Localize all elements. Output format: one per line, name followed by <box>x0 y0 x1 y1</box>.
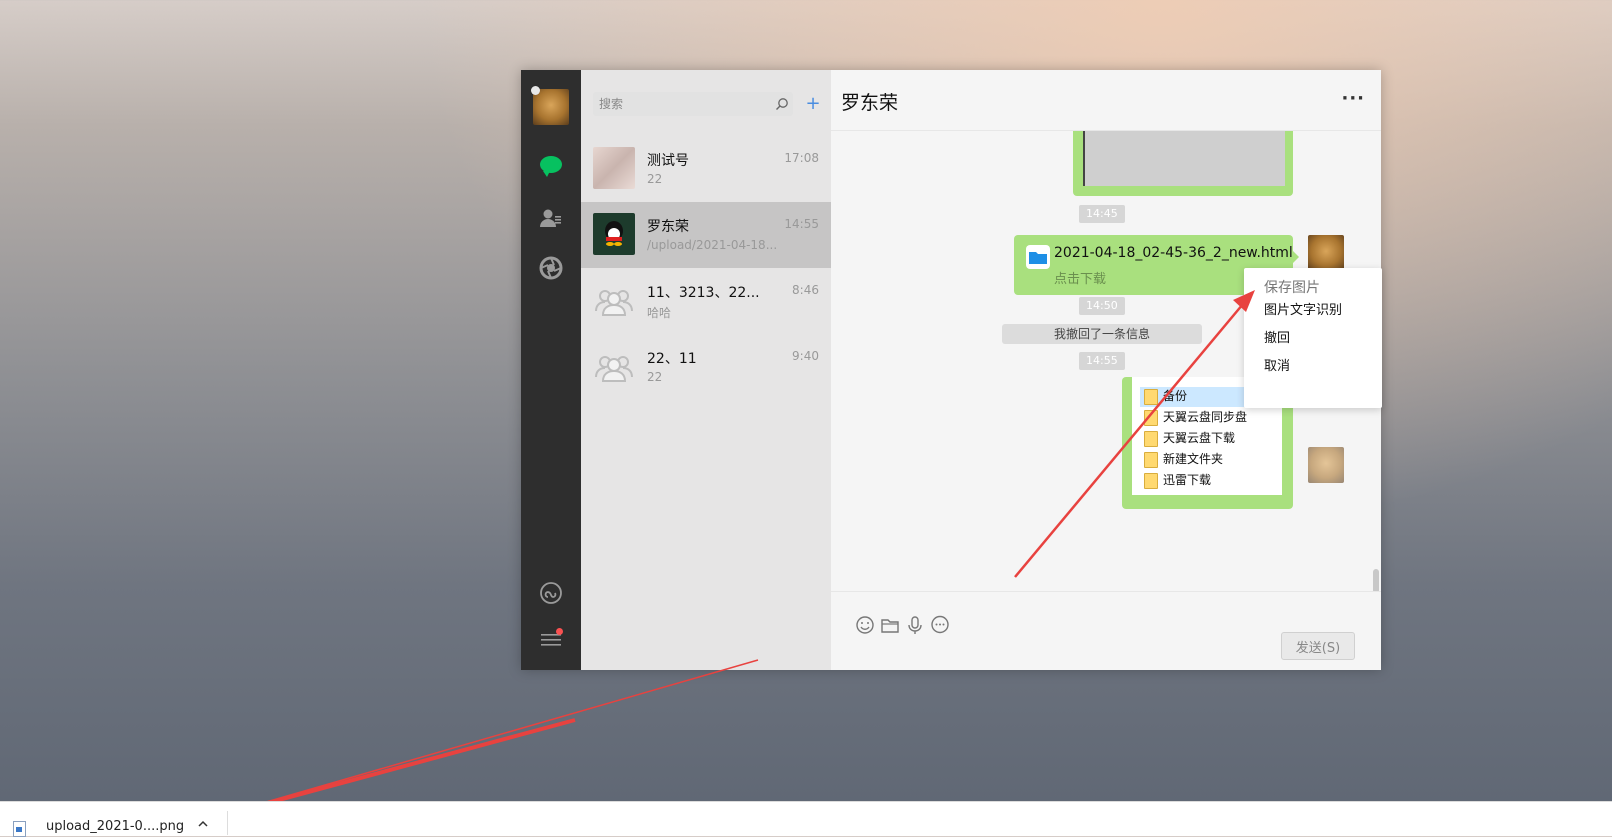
send-button[interactable]: 发送(S) <box>1281 632 1355 660</box>
group-avatar-icon <box>593 345 635 387</box>
my-avatar[interactable] <box>1308 447 1344 483</box>
folder-row: 天翼云盘同步盘 <box>1144 408 1247 428</box>
folder-row: 迅雷下载 <box>1144 471 1211 491</box>
folder-row: 新建文件夹 <box>1144 450 1223 470</box>
search-box <box>593 92 793 116</box>
folder-icon <box>1144 451 1158 468</box>
context-menu: 保存图片 图片文字识别 撤回 取消 <box>1244 268 1382 408</box>
add-chat-button[interactable]: + <box>803 92 823 116</box>
qq-avatar <box>593 213 635 255</box>
group-avatar-icon <box>593 279 635 321</box>
chat-name: 22、11 <box>647 351 697 367</box>
conversation-header: 罗东荣 ··· <box>831 70 1381 131</box>
chat-history-icon[interactable] <box>930 615 950 635</box>
chat-time: 9:40 <box>792 349 819 363</box>
chat-preview: /upload/2021-04-18... <box>647 238 778 252</box>
download-link[interactable]: 点击下载 <box>1054 268 1106 287</box>
folder-row: 天翼云盘下载 <box>1144 429 1235 449</box>
chat-preview: 哈哈 <box>647 306 672 320</box>
notification-dot <box>556 628 563 635</box>
chat-avatar <box>593 147 635 189</box>
folder-icon <box>1144 430 1158 447</box>
recall-notice: 我撤回了一条信息 <box>1002 324 1202 344</box>
status-dot <box>531 86 540 95</box>
message-time: 14:50 <box>1079 297 1125 315</box>
message-time: 14:45 <box>1079 205 1125 223</box>
chat-item[interactable]: 22、11 9:40 22 <box>581 334 831 400</box>
chat-name: 测试号 <box>647 153 689 169</box>
folder-icon <box>1144 388 1158 405</box>
contacts-nav-icon[interactable] <box>539 206 563 230</box>
user-avatar[interactable] <box>533 89 569 125</box>
chat-item[interactable]: 11、3213、22... 8:46 哈哈 <box>581 268 831 334</box>
my-avatar[interactable] <box>1308 235 1344 271</box>
chat-item-active[interactable]: 罗东荣 14:55 /upload/2021-04-18... <box>581 202 831 268</box>
more-options-button[interactable]: ··· <box>1341 88 1365 109</box>
chat-time: 17:08 <box>784 151 819 165</box>
download-divider <box>227 811 228 835</box>
search-icon[interactable] <box>775 97 789 111</box>
folder-icon <box>1144 472 1158 489</box>
microphone-icon[interactable] <box>905 615 925 635</box>
menu-image-ocr[interactable]: 图片文字识别 <box>1264 299 1342 318</box>
scrollbar[interactable] <box>1373 569 1379 591</box>
menu-save-image[interactable]: 保存图片 <box>1264 277 1320 297</box>
menu-recall[interactable]: 撤回 <box>1264 327 1290 346</box>
download-file-name[interactable]: upload_2021-0....png <box>46 819 184 834</box>
chats-nav-icon[interactable] <box>539 152 563 177</box>
file-icon <box>1026 245 1050 269</box>
folder-send-icon[interactable] <box>880 615 900 635</box>
chevron-up-icon[interactable] <box>197 818 209 830</box>
chat-name: 罗东荣 <box>647 219 689 235</box>
menu-cancel[interactable]: 取消 <box>1264 355 1290 374</box>
moments-nav-icon[interactable] <box>539 256 563 280</box>
message-time: 14:55 <box>1079 352 1125 370</box>
composer-divider <box>831 591 1381 592</box>
chat-name: 11、3213、22... <box>647 285 760 301</box>
search-input[interactable] <box>599 92 769 116</box>
mini-program-icon[interactable] <box>539 581 563 605</box>
nav-rail <box>521 70 581 670</box>
settings-menu-icon[interactable] <box>539 628 563 652</box>
chat-preview: 22 <box>647 172 663 186</box>
folder-icon <box>1144 409 1158 426</box>
file-name: 2021-04-18_02-45-36_2_new.html <box>1054 245 1293 261</box>
download-bar <box>0 801 1612 836</box>
conversation-title: 罗东荣 <box>841 92 899 114</box>
chat-preview: 22 <box>647 370 663 384</box>
emoji-icon[interactable] <box>855 615 875 635</box>
chat-time: 8:46 <box>792 283 819 297</box>
chat-item[interactable]: 测试号 17:08 22 <box>581 136 831 202</box>
image-message[interactable] <box>1073 131 1293 196</box>
chat-time: 14:55 <box>784 217 819 231</box>
chat-list-panel: + 测试号 17:08 22 罗东荣 14:55 /upload/2021-04… <box>581 70 831 670</box>
